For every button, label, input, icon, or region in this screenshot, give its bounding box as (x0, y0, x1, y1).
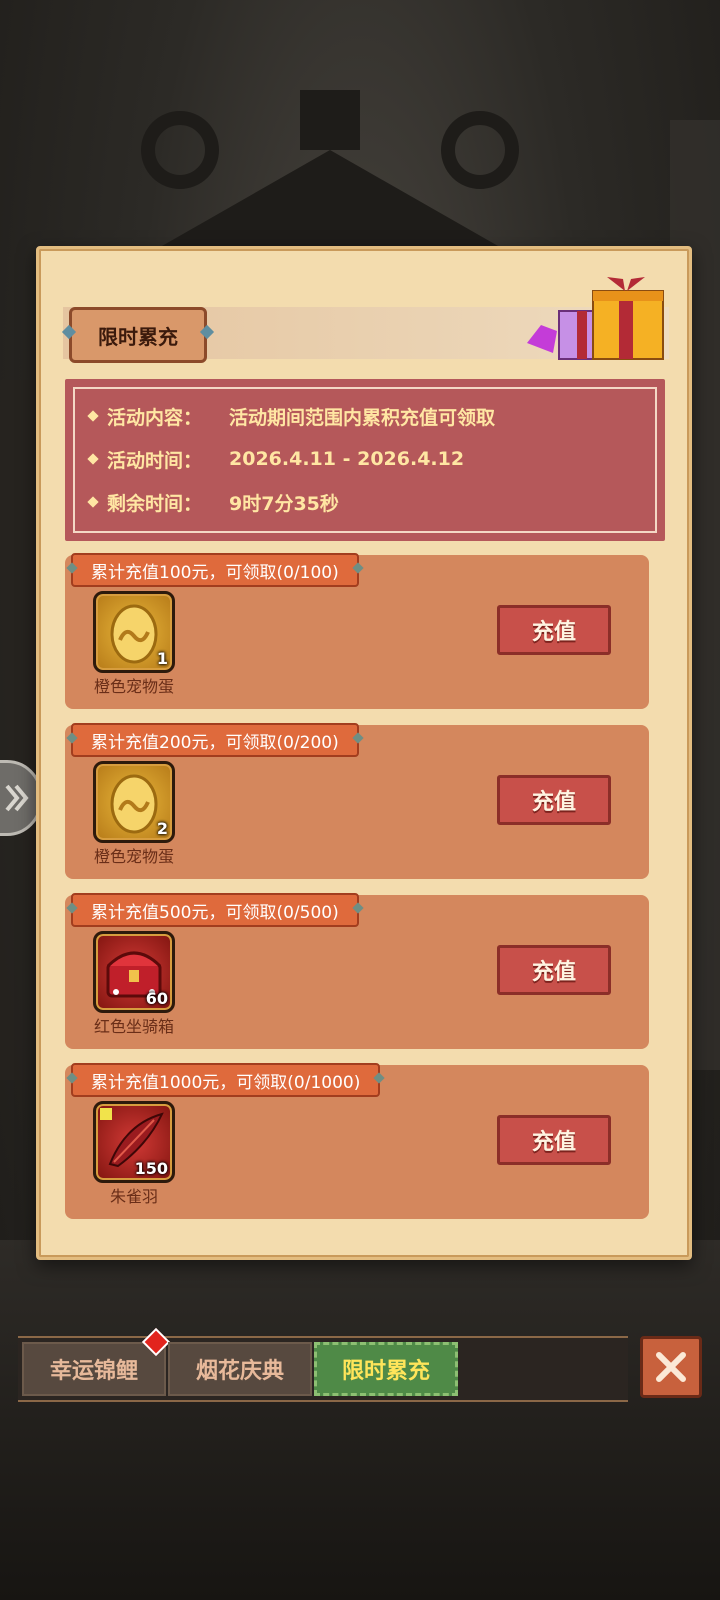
item-count: 1 (156, 649, 168, 668)
time-label: 活动时间： (107, 449, 203, 472)
item-count: 2 (156, 819, 168, 838)
reward-row: 累计充值100元，可领取(0/100) 1 橙色宠物蛋 充值 (65, 553, 649, 709)
remaining-value: 9时7分35秒 (229, 492, 339, 515)
reward-row: 累计充值200元，可领取(0/200) 2 橙色宠物蛋 充值 (65, 723, 649, 879)
reward-condition-tag: 累计充值100元，可领取(0/100) (71, 553, 359, 587)
tab-label: 幸运锦鲤 (49, 1359, 138, 1384)
reward-condition-tag: 累计充值500元，可领取(0/500) (71, 893, 359, 927)
reward-item-slot[interactable]: 2 (93, 761, 175, 843)
reward-condition-tag: 累计充值200元，可领取(0/200) (71, 723, 359, 757)
info-row-time: 活动时间： 2026.4.11 - 2026.4.12 (87, 444, 465, 474)
content-label: 活动内容： (107, 406, 203, 429)
reward-item-slot[interactable]: 60 (93, 931, 175, 1013)
item-name: 橙色宠物蛋 (93, 847, 174, 866)
tab-fireworks[interactable]: 烟花庆典 (168, 1342, 312, 1396)
recharge-button[interactable]: 充值 (497, 605, 611, 655)
tab-limited-recharge[interactable]: 限时累充 (314, 1342, 458, 1396)
remaining-label: 剩余时间： (107, 492, 203, 515)
double-chevron-right-icon (5, 784, 29, 812)
recharge-button[interactable]: 充值 (497, 1115, 611, 1165)
reward-row: 累计充值1000元，可领取(0/1000) 150 朱雀羽 充值 (65, 1063, 649, 1219)
bullet-icon (87, 410, 99, 422)
close-button[interactable] (640, 1336, 702, 1398)
event-tab-bar: 幸运锦鲤 烟花庆典 限时累充 (18, 1327, 628, 1402)
item-count: 150 (134, 1159, 168, 1178)
item-name: 橙色宠物蛋 (93, 677, 174, 696)
tab-label: 限时累充 (341, 1359, 430, 1384)
recharge-button[interactable]: 充值 (497, 945, 611, 995)
event-panel: 限时累充 活动内容： 活动期间范围内累积充值可领取 活动时间： 2026.4.1… (36, 246, 692, 1260)
reward-item-slot[interactable]: 1 (93, 591, 175, 673)
fragment-badge-icon (100, 1108, 112, 1120)
info-row-content: 活动内容： 活动期间范围内累积充值可领取 (87, 401, 496, 431)
gift-boxes-icon (527, 277, 664, 360)
item-count: 60 (145, 989, 168, 1008)
item-name: 红色坐骑箱 (93, 1017, 174, 1036)
panel-title-plate: 限时累充 (69, 307, 207, 363)
content-value: 活动期间范围内累积充值可领取 (229, 406, 496, 429)
panel-title: 限时累充 (98, 324, 178, 349)
reward-row: 累计充值500元，可领取(0/500) 60 红色坐骑箱 充值 (65, 893, 649, 1049)
event-info-box: 活动内容： 活动期间范围内累积充值可领取 活动时间： 2026.4.11 - 2… (65, 379, 665, 541)
close-icon (656, 1352, 686, 1382)
reward-item-slot[interactable]: 150 (93, 1101, 175, 1183)
info-row-remaining: 剩余时间： 9时7分35秒 (87, 487, 339, 517)
reward-condition-tag: 累计充值1000元，可领取(0/1000) (71, 1063, 381, 1097)
recharge-button[interactable]: 充值 (497, 775, 611, 825)
bullet-icon (87, 453, 99, 465)
bullet-icon (87, 496, 99, 508)
background-ground (0, 1240, 720, 1600)
tab-label: 烟花庆典 (195, 1359, 284, 1384)
background-house-silhouette (120, 90, 540, 270)
tab-lucky-koi[interactable]: 幸运锦鲤 (22, 1342, 166, 1396)
time-value: 2026.4.11 - 2026.4.12 (229, 448, 465, 470)
item-name: 朱雀羽 (109, 1187, 158, 1206)
